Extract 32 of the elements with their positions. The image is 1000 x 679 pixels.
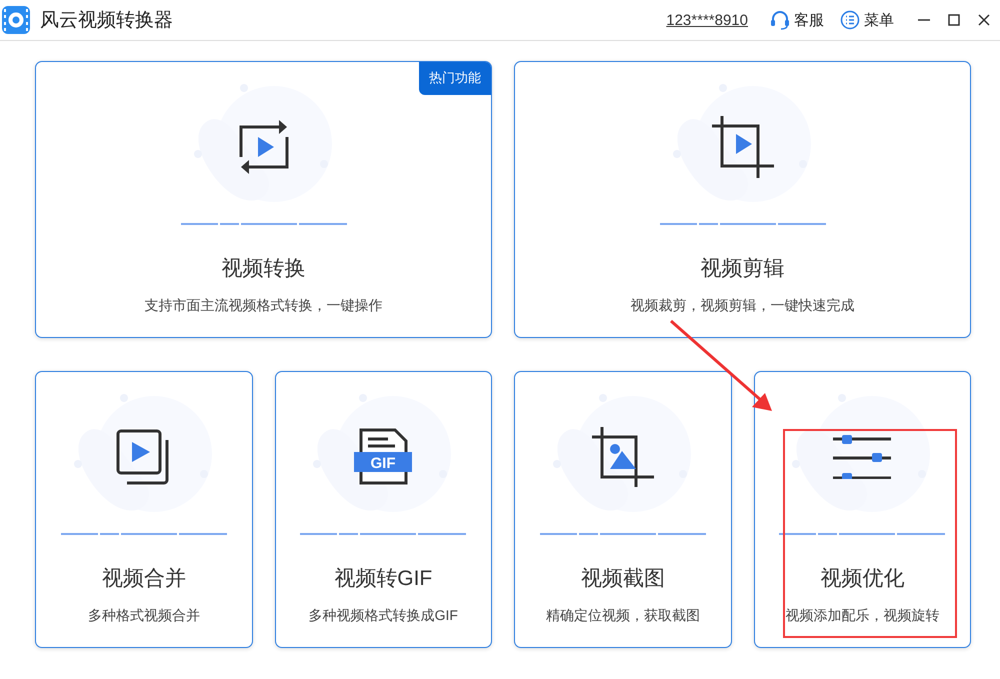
app-logo-icon — [2, 6, 30, 34]
menu-icon — [840, 10, 860, 30]
feature-title: 视频合并 — [102, 566, 186, 592]
feature-card[interactable]: 视频截图 精确定位视频，获取截图 — [514, 371, 732, 648]
feature-description: 多种视频格式转换成GIF — [308, 607, 458, 625]
feature-title: 视频转换 — [222, 256, 306, 282]
convert-video-icon — [238, 118, 290, 174]
feature-card[interactable]: GIF 视频转GIF 多种视频格式转换成GIF — [274, 371, 492, 648]
feature-title: 视频优化 — [820, 566, 904, 592]
feature-title: 视频截图 — [580, 566, 665, 592]
feature-card[interactable]: 视频优化 视频添加配乐，视频旋转 — [754, 371, 971, 648]
feature-description: 精确定位视频，获取截图 — [546, 607, 700, 625]
feature-card[interactable]: 视频转换 支持市面主流视频格式转换，一键操作 热门功能 — [35, 61, 492, 338]
sliders-icon — [833, 434, 892, 478]
hot-badge: 热门功能 — [419, 62, 491, 95]
feature-card[interactable]: 视频剪辑 视频裁剪，视频剪辑，一键快速完成 — [514, 61, 971, 338]
feature-description: 视频裁剪，视频剪辑，一键快速完成 — [630, 297, 854, 315]
menu-button[interactable]: 菜单 — [840, 10, 894, 30]
account-link[interactable]: 123****8910 — [666, 12, 748, 28]
feature-description: 支持市面主流视频格式转换，一键操作 — [144, 297, 382, 315]
feature-description: 视频添加配乐，视频旋转 — [785, 607, 940, 625]
maximize-icon[interactable] — [948, 14, 960, 26]
feature-card[interactable]: 视频合并 多种格式视频合并 — [35, 371, 252, 648]
feature-description: 多种格式视频合并 — [88, 607, 200, 625]
crop-image-icon — [590, 424, 656, 488]
headset-icon — [770, 10, 790, 30]
window-title: 风云视频转换器 — [40, 9, 174, 33]
close-icon[interactable] — [978, 14, 990, 26]
feature-title: 视频剪辑 — [700, 256, 784, 282]
feature-title: 视频转GIF — [334, 566, 432, 592]
crop-video-icon — [710, 114, 776, 180]
customer-service-button[interactable]: 客服 — [770, 10, 824, 30]
